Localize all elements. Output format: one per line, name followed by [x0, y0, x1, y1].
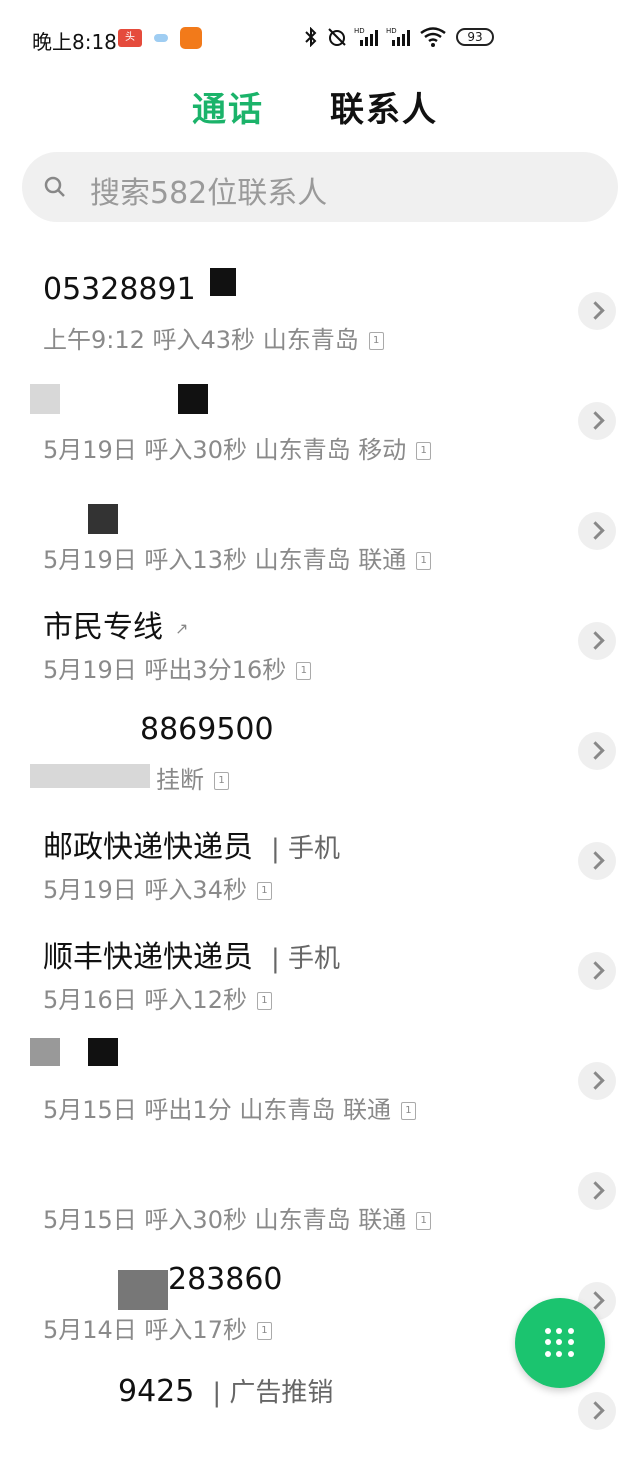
sim-icon: 1: [400, 1102, 416, 1120]
caller-name: 9425 | 广告推销: [118, 1372, 333, 1409]
call-detail-text: 挂断: [156, 766, 204, 794]
call-detail: 5月19日 呼入30秒 山东青岛 移动 1: [43, 430, 432, 465]
call-log-item[interactable]: 5月19日 呼入30秒 山东青岛 移动 1: [0, 366, 640, 476]
sim-icon: 1: [214, 772, 229, 790]
call-detail-text: 5月16日 呼入12秒: [43, 986, 247, 1014]
call-detail: 5月15日 呼入30秒 山东青岛 联通 1: [43, 1200, 432, 1235]
sim-icon: 1: [416, 442, 432, 460]
tab-bar: 通话 联系人: [0, 82, 640, 132]
redaction: [30, 764, 150, 788]
call-detail-text: 5月14日 呼入17秒: [43, 1316, 247, 1344]
call-info-button[interactable]: [578, 1392, 616, 1430]
call-detail: 5月14日 呼入17秒 1: [43, 1310, 272, 1345]
svg-text:HD: HD: [354, 27, 365, 35]
call-detail: 5月19日 呼出3分16秒 1: [43, 650, 312, 685]
search-placeholder: 搜索582位联系人: [90, 176, 328, 211]
call-info-button[interactable]: [578, 1172, 616, 1210]
sim-icon: 1: [416, 552, 432, 570]
call-info-button[interactable]: [578, 732, 616, 770]
caller-label: | 广告推销: [212, 1378, 334, 1408]
caller-name-text: 顺丰快递快递员: [43, 940, 253, 975]
tab-calls[interactable]: 通话: [192, 82, 264, 131]
call-detail-text: 上午9:12 呼入43秒 山东青岛: [43, 326, 359, 354]
cloud-icon: [150, 30, 172, 46]
call-info-button[interactable]: [578, 622, 616, 660]
sim-icon: 1: [256, 1322, 272, 1340]
call-log-item[interactable]: 8869500 挂断 1: [0, 696, 640, 806]
call-detail-text: 5月15日 呼出1分 山东青岛 联通: [43, 1096, 391, 1124]
battery-indicator: 93: [456, 28, 494, 46]
dialpad-button[interactable]: [515, 1298, 605, 1388]
call-info-button[interactable]: [578, 402, 616, 440]
svg-text:HD: HD: [386, 27, 397, 35]
redaction: [88, 1038, 118, 1066]
call-detail: 5月19日 呼入34秒 1: [43, 870, 272, 905]
call-detail-text: 5月15日 呼入30秒 山东青岛 联通: [43, 1206, 407, 1234]
status-left-icons: 头: [118, 27, 202, 49]
call-detail: 5月19日 呼入13秒 山东青岛 联通 1: [43, 540, 432, 575]
app-icon: [180, 27, 202, 49]
call-info-button[interactable]: [578, 512, 616, 550]
redaction: [178, 384, 208, 414]
search-icon: [44, 176, 65, 197]
call-detail: 5月15日 呼出1分 山东青岛 联通 1: [43, 1090, 416, 1125]
call-log-item[interactable]: 05328891 上午9:12 呼入43秒 山东青岛 1: [0, 256, 640, 366]
bluetooth-icon: [305, 27, 317, 47]
sim-icon: 1: [256, 992, 272, 1010]
call-detail: 5月16日 呼入12秒 1: [43, 980, 272, 1015]
call-detail: 上午9:12 呼入43秒 山东青岛 1: [43, 320, 384, 355]
status-bar: 晚上8:18 头 HD HD 93: [0, 0, 640, 76]
search-bar[interactable]: 搜索582位联系人: [22, 152, 618, 222]
caller-name: 8869500: [140, 712, 274, 747]
call-log-item[interactable]: 5月15日 呼入30秒 山东青岛 联通 1: [0, 1136, 640, 1246]
call-log-item[interactable]: 5月19日 呼入13秒 山东青岛 联通 1: [0, 476, 640, 586]
caller-name: 顺丰快递快递员 | 手机: [43, 932, 340, 976]
hd-signal-icon: HD: [386, 27, 410, 46]
redaction: [30, 1038, 60, 1066]
redaction: [30, 384, 60, 414]
sim-icon: 1: [296, 662, 312, 680]
call-info-button[interactable]: [578, 952, 616, 990]
caller-name: 283860: [168, 1262, 283, 1297]
toutiao-icon: 头: [118, 29, 142, 47]
sim-icon: 1: [416, 1212, 432, 1230]
redaction: [118, 1270, 168, 1310]
call-info-button[interactable]: [578, 1062, 616, 1100]
caller-name: 邮政快递快递员 | 手机: [43, 822, 340, 866]
caller-name-text: 市民专线: [43, 610, 163, 645]
redaction: [210, 268, 236, 296]
caller-name-text: 9425: [118, 1374, 195, 1409]
caller-label: | 手机: [271, 834, 341, 864]
status-time: 晚上8:18: [32, 30, 117, 54]
caller-name-text: 邮政快递快递员: [43, 830, 253, 865]
call-log-item[interactable]: 5月15日 呼出1分 山东青岛 联通 1: [0, 1026, 640, 1136]
call-info-button[interactable]: [578, 292, 616, 330]
call-log-item[interactable]: 市民专线 ↗ 5月19日 呼出3分16秒 1: [0, 586, 640, 696]
call-log-item[interactable]: 邮政快递快递员 | 手机 5月19日 呼入34秒 1: [0, 806, 640, 916]
call-log-item[interactable]: 顺丰快递快递员 | 手机 5月16日 呼入12秒 1: [0, 916, 640, 1026]
redaction: [88, 504, 118, 534]
alarm-off-icon: [328, 28, 346, 46]
caller-name: 市民专线 ↗: [43, 602, 188, 646]
tab-contacts[interactable]: 联系人: [330, 82, 438, 131]
outgoing-arrow-icon: ↗: [175, 619, 189, 638]
wifi-icon: [420, 27, 446, 47]
dialpad-icon: [545, 1328, 575, 1358]
call-detail: 挂断 1: [156, 760, 229, 795]
call-detail-text: 5月19日 呼入34秒: [43, 876, 247, 904]
caller-label: | 手机: [271, 944, 341, 974]
call-detail-text: 5月19日 呼入30秒 山东青岛 移动: [43, 436, 407, 464]
sim-icon: 1: [368, 332, 384, 350]
hd-signal-icon: HD: [354, 27, 378, 46]
call-detail-text: 5月19日 呼出3分16秒: [43, 656, 287, 684]
call-detail-text: 5月19日 呼入13秒 山东青岛 联通: [43, 546, 407, 574]
call-info-button[interactable]: [578, 842, 616, 880]
sim-icon: 1: [256, 882, 272, 900]
caller-name: 05328891: [43, 272, 196, 307]
